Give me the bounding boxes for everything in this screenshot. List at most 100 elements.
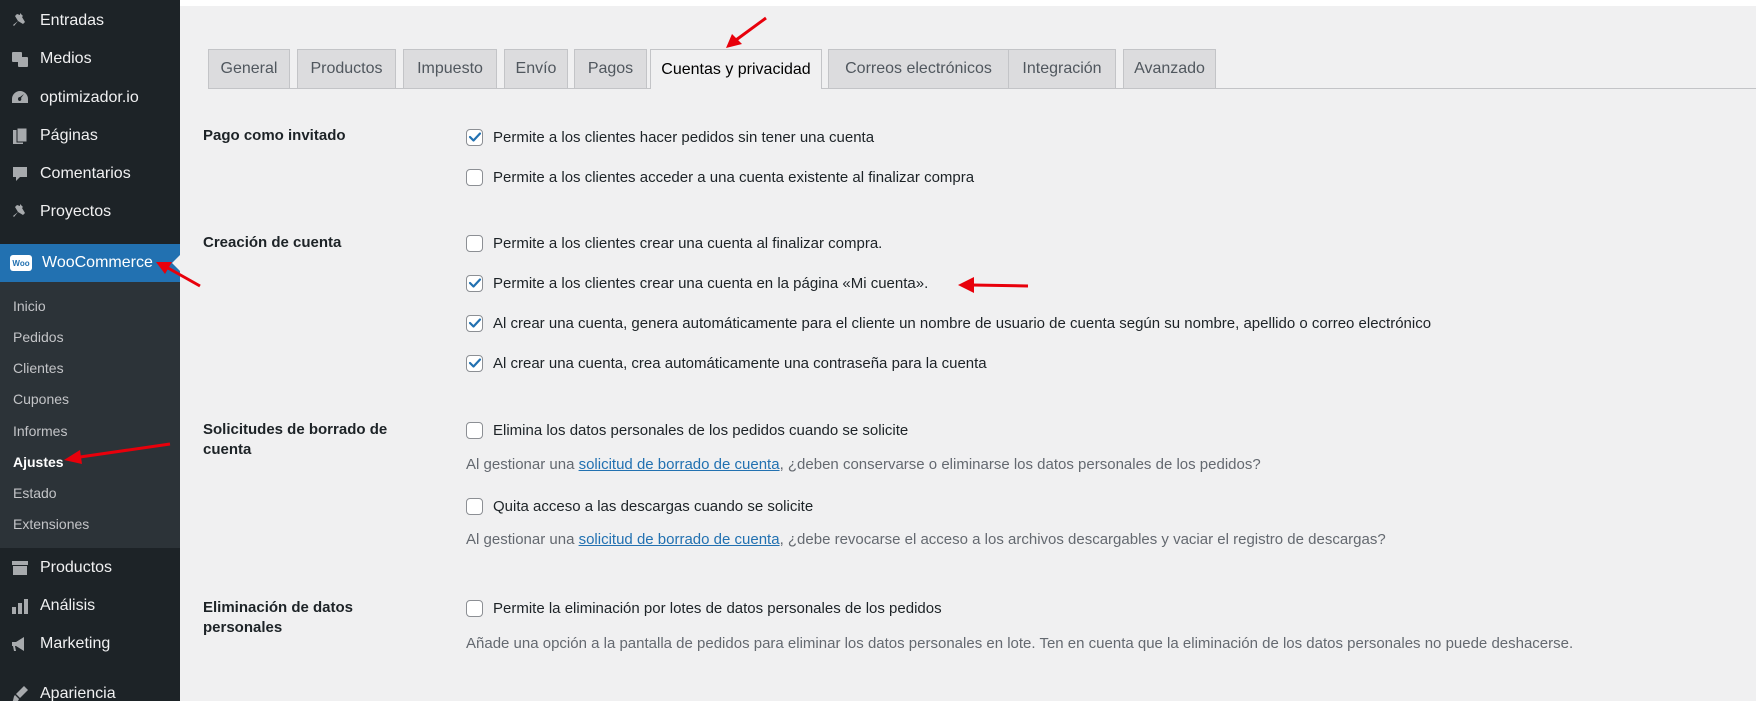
checkbox[interactable] — [466, 497, 483, 515]
option-create-my-account[interactable]: Permite a los clientes crear una cuenta … — [466, 272, 928, 294]
sidebar-item-label: Proyectos — [40, 203, 112, 220]
pages-icon — [10, 126, 30, 146]
desc-text: , ¿debe revocarse el acceso a los archiv… — [779, 531, 1386, 548]
option-erase-order-data[interactable]: Elimina los datos personales de los pedi… — [466, 419, 908, 441]
option-label: Permite a los clientes crear una cuenta … — [493, 274, 929, 292]
sidebar-item-label: Apariencia — [40, 685, 116, 701]
submenu-item-inicio[interactable]: Inicio — [13, 294, 46, 318]
option-label: Permite a los clientes hacer pedidos sin… — [493, 128, 875, 146]
sidebar-item-label: Páginas — [40, 127, 98, 144]
option-label: Permite a los clientes crear una cuenta … — [493, 234, 883, 252]
option-guest-login[interactable]: Permite a los clientes acceder a una cue… — [466, 166, 974, 188]
checkbox[interactable] — [466, 421, 483, 439]
option-label: Al crear una cuenta, crea automáticament… — [493, 354, 987, 372]
erasure-request-link[interactable]: solicitud de borrado de cuenta — [579, 456, 780, 473]
annotation-arrow-my-account — [958, 277, 1029, 293]
option-bulk-remove[interactable]: Permite la eliminación por lotes de dato… — [466, 597, 942, 619]
option-create-at-checkout[interactable]: Permite a los clientes crear una cuenta … — [466, 232, 882, 254]
sidebar-item-analisis[interactable]: Análisis — [0, 587, 180, 625]
desc-text: , ¿deben conservarse o eliminarse los da… — [779, 456, 1261, 473]
option-label: Al crear una cuenta, genera automáticame… — [493, 314, 1432, 332]
option-label: Permite a los clientes acceder a una cue… — [493, 168, 975, 186]
option-guest-orders[interactable]: Permite a los clientes hacer pedidos sin… — [466, 126, 874, 148]
option-label: Elimina los datos personales de los pedi… — [493, 421, 909, 439]
label-erasure-requests: Solicitudes de borrado de cuenta — [203, 421, 388, 458]
label-account-creation: Creación de cuenta — [203, 234, 342, 251]
sidebar-item-label: Análisis — [40, 597, 96, 614]
checkbox[interactable] — [466, 354, 483, 372]
submenu-item-estado[interactable]: Estado — [13, 481, 57, 505]
checkbox[interactable] — [466, 274, 483, 292]
tab-cuentas-privacidad[interactable]: Cuentas y privacidad — [650, 49, 822, 89]
tab-integracion[interactable]: Integración — [1008, 49, 1116, 88]
sidebar-item-paginas[interactable]: Páginas — [0, 117, 180, 155]
sidebar-item-entradas[interactable]: Entradas — [0, 2, 180, 40]
top-strip — [180, 0, 1756, 6]
pin-icon — [10, 11, 30, 31]
option-auto-username[interactable]: Al crear una cuenta, genera automáticame… — [466, 312, 1431, 334]
tab-pagos[interactable]: Pagos — [574, 49, 647, 88]
option-label: Quita acceso a las descargas cuando se s… — [493, 497, 814, 515]
desc-text: Al gestionar una — [466, 531, 579, 548]
option-label: Permite la eliminación por lotes de dato… — [493, 599, 942, 617]
pin-icon — [10, 202, 30, 222]
erasure-description-1: Al gestionar una solicitud de borrado de… — [466, 454, 1261, 476]
submenu-item-informes[interactable]: Informes — [13, 419, 67, 443]
checkbox[interactable] — [466, 314, 483, 332]
sidebar-item-optimizador[interactable]: optimizador.io — [0, 79, 180, 117]
sidebar-item-marketing[interactable]: Marketing — [0, 625, 180, 663]
sidebar-item-label: optimizador.io — [40, 89, 139, 106]
submenu-item-pedidos[interactable]: Pedidos — [13, 325, 64, 349]
sidebar-item-label: Comentarios — [40, 165, 131, 182]
woo-icon: Woo — [10, 255, 32, 271]
woocommerce-submenu: Inicio Pedidos Clientes Cupones Informes… — [0, 282, 180, 548]
checkmark-icon — [468, 358, 481, 368]
tab-envio[interactable]: Envío — [504, 49, 568, 88]
sidebar-item-comentarios[interactable]: Comentarios — [0, 155, 180, 193]
submenu-item-ajustes[interactable]: Ajustes — [13, 450, 64, 474]
removal-description: Añade una opción a la pantalla de pedido… — [466, 635, 1574, 652]
tabs-divider — [208, 88, 1756, 89]
tab-correos-electronicos[interactable]: Correos electrónicos — [828, 49, 1009, 88]
sidebar-item-label: WooCommerce — [42, 254, 153, 271]
sidebar-item-label: Medios — [40, 50, 92, 67]
option-auto-password[interactable]: Al crear una cuenta, crea automáticament… — [466, 352, 987, 374]
tab-impuesto[interactable]: Impuesto — [403, 49, 497, 88]
label-guest-checkout: Pago como invitado — [203, 127, 346, 144]
checkbox[interactable] — [466, 168, 483, 186]
sidebar-item-label: Productos — [40, 559, 113, 576]
sidebar-item-apariencia[interactable]: Apariencia — [0, 675, 180, 701]
label-personal-data-removal: Eliminación de datos personales — [203, 599, 354, 636]
sidebar-item-productos[interactable]: Productos — [0, 549, 180, 587]
gauge-icon — [10, 88, 30, 108]
checkmark-icon — [468, 278, 481, 288]
brush-icon — [10, 684, 30, 701]
submenu-item-cupones[interactable]: Cupones — [13, 387, 69, 411]
desc-text: Al gestionar una — [466, 456, 579, 473]
bar-chart-icon — [10, 596, 30, 616]
media-icon — [10, 49, 30, 69]
checkmark-icon — [468, 318, 481, 328]
erasure-request-link[interactable]: solicitud de borrado de cuenta — [579, 531, 780, 548]
checkbox[interactable] — [466, 234, 483, 252]
checkbox[interactable] — [466, 599, 483, 617]
tab-general[interactable]: General — [208, 49, 290, 88]
tab-avanzado[interactable]: Avanzado — [1123, 49, 1216, 88]
sidebar-item-label: Entradas — [40, 12, 105, 29]
tab-productos[interactable]: Productos — [297, 49, 396, 88]
checkmark-icon — [468, 132, 481, 142]
active-notch — [172, 255, 180, 271]
submenu-item-clientes[interactable]: Clientes — [13, 356, 64, 380]
sidebar-item-woocommerce[interactable]: Woo WooCommerce — [0, 244, 180, 282]
annotation-arrow-tab — [726, 16, 767, 48]
submenu-item-extensiones[interactable]: Extensiones — [13, 512, 89, 536]
option-revoke-downloads[interactable]: Quita acceso a las descargas cuando se s… — [466, 495, 813, 517]
comment-icon — [10, 164, 30, 184]
sidebar-item-label: Marketing — [40, 635, 111, 652]
checkbox[interactable] — [466, 128, 483, 146]
sidebar-item-medios[interactable]: Medios — [0, 40, 180, 78]
admin-sidebar: Entradas Medios optimizador.io Páginas C… — [0, 0, 180, 701]
erasure-description-2: Al gestionar una solicitud de borrado de… — [466, 529, 1386, 551]
megaphone-icon — [10, 634, 30, 654]
sidebar-item-proyectos[interactable]: Proyectos — [0, 193, 180, 231]
